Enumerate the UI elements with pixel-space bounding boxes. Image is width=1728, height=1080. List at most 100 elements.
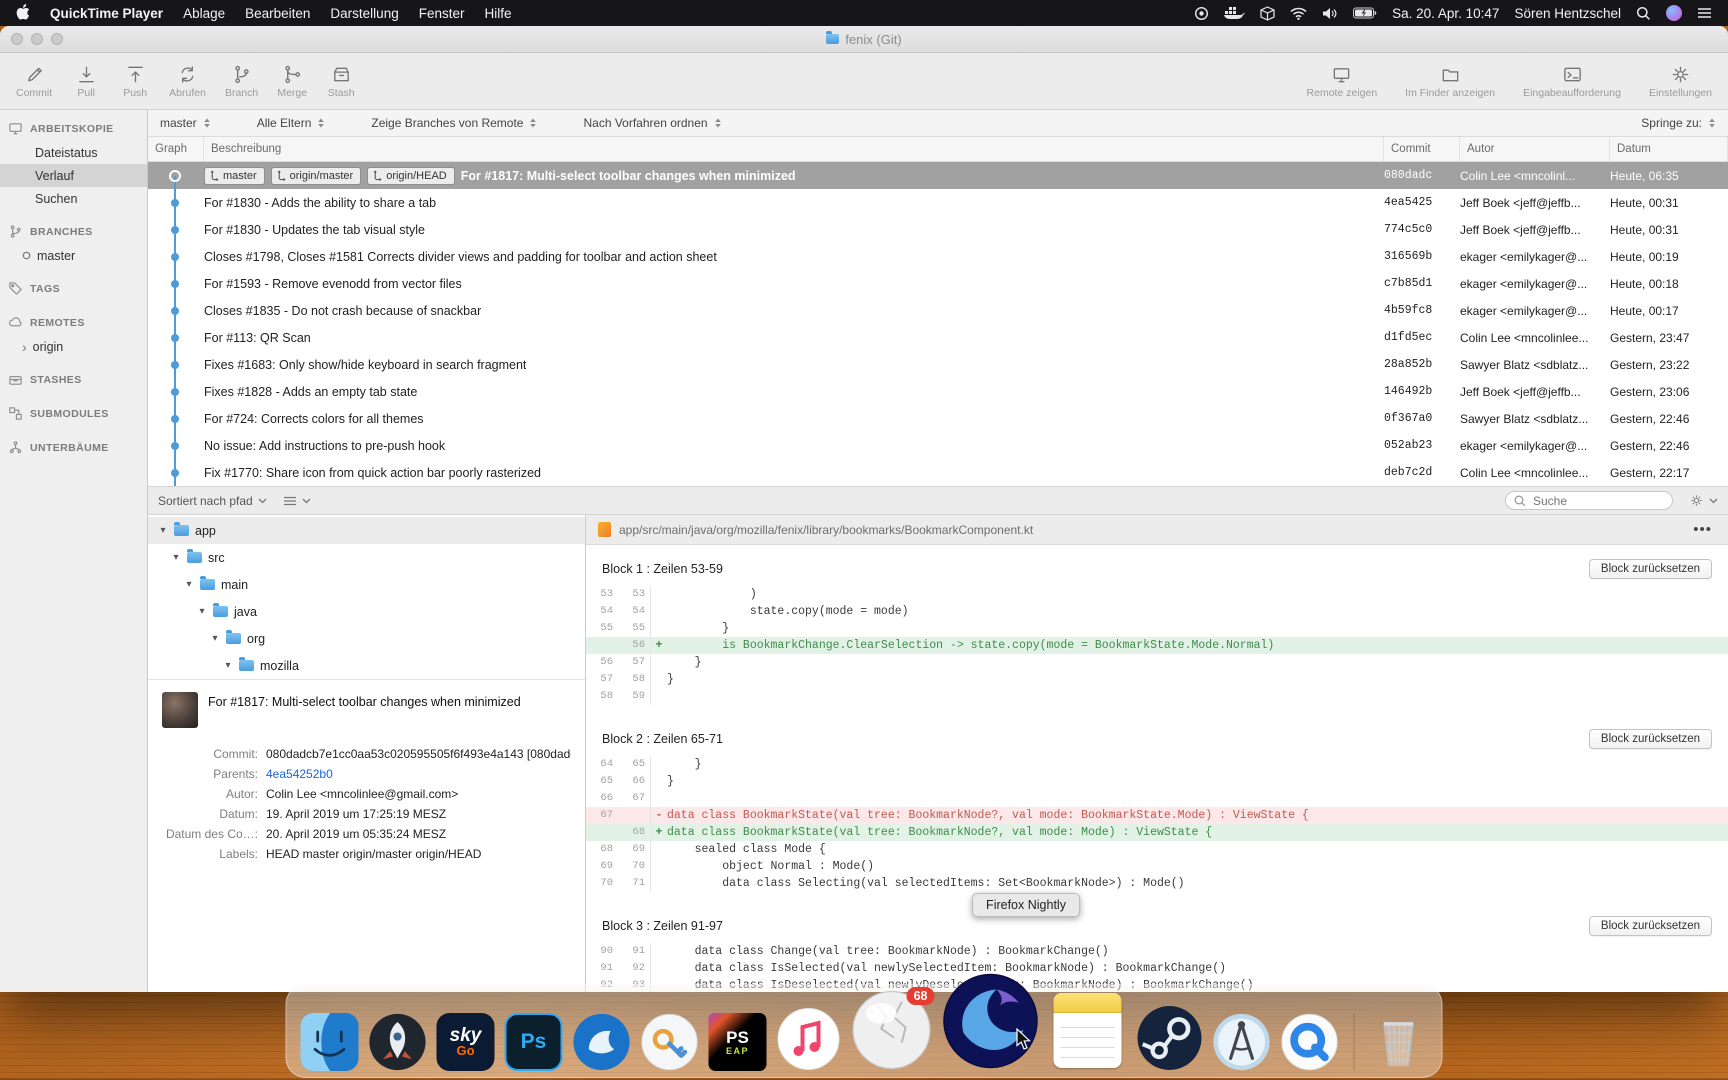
commit-row[interactable]: No issue: Add instructions to pre-push h… bbox=[148, 432, 1728, 459]
commit-row[interactable]: Fixes #1683: Only show/hide keyboard in … bbox=[148, 351, 1728, 378]
cracked-ball-app[interactable]: 68 bbox=[851, 989, 933, 1071]
siri-icon[interactable] bbox=[1666, 5, 1682, 21]
toolbar-remote-button[interactable]: Remote zeigen bbox=[1307, 64, 1378, 99]
branch-badge[interactable]: origin/HEAD bbox=[367, 167, 455, 185]
tree-item-app[interactable]: ▾app bbox=[148, 517, 585, 544]
branch-badge[interactable]: origin/master bbox=[271, 167, 362, 185]
toolbar-settings-button[interactable]: Einstellungen bbox=[1649, 64, 1712, 99]
titlebar[interactable]: fenix (Git) bbox=[0, 26, 1728, 53]
menu-fenster[interactable]: Fenster bbox=[419, 6, 465, 21]
menubar-clock[interactable]: Sa. 20. Apr. 10:47 bbox=[1392, 6, 1499, 21]
phpstorm-eap[interactable]: PSEAP bbox=[709, 1013, 767, 1071]
sidebar-item-suchen[interactable]: Suchen bbox=[0, 187, 147, 210]
commit-row[interactable]: For #1830 - Updates the tab visual style… bbox=[148, 216, 1728, 243]
sidebar-section-header-stashes[interactable]: STASHES bbox=[0, 367, 147, 392]
toolbar-merge-button[interactable]: Merge bbox=[277, 64, 307, 99]
apple-menu[interactable] bbox=[16, 4, 30, 23]
commit-row[interactable]: For #1830 - Adds the ability to share a … bbox=[148, 189, 1728, 216]
quicktime-player[interactable] bbox=[1281, 1013, 1339, 1071]
blue-circle-app[interactable] bbox=[573, 1013, 631, 1071]
compass-app[interactable] bbox=[1213, 1013, 1271, 1071]
filter-popup-alle-eltern[interactable]: Alle Eltern bbox=[257, 116, 326, 130]
photoshop[interactable]: Ps bbox=[505, 1013, 563, 1071]
block-reset-button[interactable]: Block zurücksetzen bbox=[1589, 729, 1712, 749]
tree-item-src[interactable]: ▾src bbox=[148, 544, 585, 571]
block-reset-button[interactable]: Block zurücksetzen bbox=[1589, 916, 1712, 936]
steam[interactable] bbox=[1137, 1005, 1203, 1071]
sidebar-section-header-branches[interactable]: BRANCHES bbox=[0, 219, 147, 244]
toolbar-terminal-button[interactable]: Eingabeaufforderung bbox=[1523, 64, 1621, 99]
commit-row[interactable]: Fix #1770: Share icon from quick action … bbox=[148, 459, 1728, 486]
box-icon[interactable] bbox=[1260, 6, 1275, 21]
disclosure-triangle-icon[interactable]: ▾ bbox=[210, 633, 220, 644]
tree-item-main[interactable]: ▾main bbox=[148, 571, 585, 598]
menu-hilfe[interactable]: Hilfe bbox=[485, 6, 512, 21]
parent-commit-link[interactable]: 4ea54252b0 bbox=[266, 764, 571, 784]
filter-popup-zeige-branches-von-remote[interactable]: Zeige Branches von Remote bbox=[371, 116, 537, 130]
minimize-button[interactable] bbox=[31, 33, 43, 45]
disclosure-triangle-icon[interactable]: ▾ bbox=[197, 606, 207, 617]
volume-icon[interactable] bbox=[1322, 7, 1338, 20]
search-field[interactable] bbox=[1505, 491, 1673, 510]
commit-row[interactable]: Fixes #1828 - Adds an empty tab state146… bbox=[148, 378, 1728, 405]
spotlight-search-icon[interactable] bbox=[1636, 6, 1651, 21]
toolbar-finder-button[interactable]: Im Finder anzeigen bbox=[1405, 64, 1495, 99]
toolbar-pull-button[interactable]: Pull bbox=[71, 64, 101, 99]
sidebar-section-header-arbeitskopie[interactable]: ARBEITSKOPIE bbox=[0, 116, 147, 141]
disclosure-triangle-icon[interactable]: ▾ bbox=[158, 525, 168, 536]
docker-icon[interactable] bbox=[1224, 6, 1245, 21]
diff-options-button[interactable] bbox=[1689, 493, 1718, 508]
disclosure-triangle-icon[interactable]: ▾ bbox=[223, 660, 233, 671]
notes[interactable] bbox=[1049, 993, 1127, 1071]
notification-center-icon[interactable] bbox=[1697, 7, 1712, 19]
sidebar-section-header-remotes[interactable]: REMOTES bbox=[0, 310, 147, 335]
sidebar-item-dateistatus[interactable]: Dateistatus bbox=[0, 141, 147, 164]
column-header-graph[interactable]: Graph bbox=[148, 137, 204, 161]
more-options-button[interactable]: ••• bbox=[1689, 521, 1716, 538]
menubar-user[interactable]: Sören Hentzschel bbox=[1514, 6, 1621, 21]
trash[interactable] bbox=[1370, 1013, 1428, 1071]
commit-row[interactable]: Closes #1835 - Do not crash because of s… bbox=[148, 297, 1728, 324]
rocket-app[interactable] bbox=[369, 1013, 427, 1071]
column-header-datum[interactable]: Datum bbox=[1610, 137, 1728, 161]
finder[interactable] bbox=[301, 1013, 359, 1071]
zoom-button[interactable] bbox=[51, 33, 63, 45]
toolbar-stash-button[interactable]: Stash bbox=[326, 64, 356, 99]
sidebar-item-origin[interactable]: ›origin bbox=[0, 335, 147, 358]
sidebar-item-master[interactable]: master bbox=[0, 244, 147, 267]
tree-item-mozilla[interactable]: ▾mozilla bbox=[148, 652, 585, 679]
password-key-app[interactable] bbox=[641, 1013, 699, 1071]
search-input[interactable] bbox=[1531, 493, 1664, 509]
commit-row[interactable]: Closes #1798, Closes #1581 Corrects divi… bbox=[148, 243, 1728, 270]
wifi-icon[interactable] bbox=[1290, 7, 1307, 20]
commit-row[interactable]: For #724: Corrects colors for all themes… bbox=[148, 405, 1728, 432]
sidebar-section-header-unterbäume[interactable]: UNTERBÄUME bbox=[0, 435, 147, 460]
commit-row[interactable]: For #113: QR Scand1fd5ecColin Lee <mncol… bbox=[148, 324, 1728, 351]
toolbar-push-button[interactable]: Push bbox=[120, 64, 150, 99]
tree-item-org[interactable]: ▾org bbox=[148, 625, 585, 652]
chevron-right-icon[interactable]: › bbox=[22, 340, 27, 354]
toolbar-fetch-button[interactable]: Abrufen bbox=[169, 64, 206, 99]
branch-badge[interactable]: master bbox=[204, 167, 265, 185]
sky-go[interactable]: skyGo bbox=[437, 1013, 495, 1071]
battery-charging-icon[interactable] bbox=[1353, 7, 1377, 19]
record-icon[interactable] bbox=[1194, 6, 1209, 21]
toolbar-commit-button[interactable]: Commit bbox=[16, 64, 52, 99]
commit-row[interactable]: For #1593 - Remove evenodd from vector f… bbox=[148, 270, 1728, 297]
column-header-autor[interactable]: Autor bbox=[1460, 137, 1610, 161]
disclosure-triangle-icon[interactable]: ▾ bbox=[184, 579, 194, 590]
sort-order-button[interactable]: Sortiert nach pfad bbox=[158, 494, 267, 508]
sidebar-section-header-tags[interactable]: TAGS bbox=[0, 276, 147, 301]
tree-item-java[interactable]: ▾java bbox=[148, 598, 585, 625]
toolbar-branch-button[interactable]: Branch bbox=[225, 64, 258, 99]
column-header-commit[interactable]: Commit bbox=[1384, 137, 1460, 161]
sidebar-section-header-submodules[interactable]: SUBMODULES bbox=[0, 401, 147, 426]
column-header-beschreibung[interactable]: Beschreibung bbox=[204, 137, 1384, 161]
filter-popup-nach-vorfahren-ordnen[interactable]: Nach Vorfahren ordnen bbox=[583, 116, 721, 130]
menu-quicktime-player[interactable]: QuickTime Player bbox=[50, 6, 163, 21]
itunes[interactable] bbox=[777, 1007, 841, 1071]
menu-ablage[interactable]: Ablage bbox=[183, 6, 225, 21]
menu-bearbeiten[interactable]: Bearbeiten bbox=[245, 6, 310, 21]
view-options-button[interactable] bbox=[283, 496, 311, 506]
commit-row[interactable]: masterorigin/masterorigin/HEADFor #1817:… bbox=[148, 162, 1728, 189]
